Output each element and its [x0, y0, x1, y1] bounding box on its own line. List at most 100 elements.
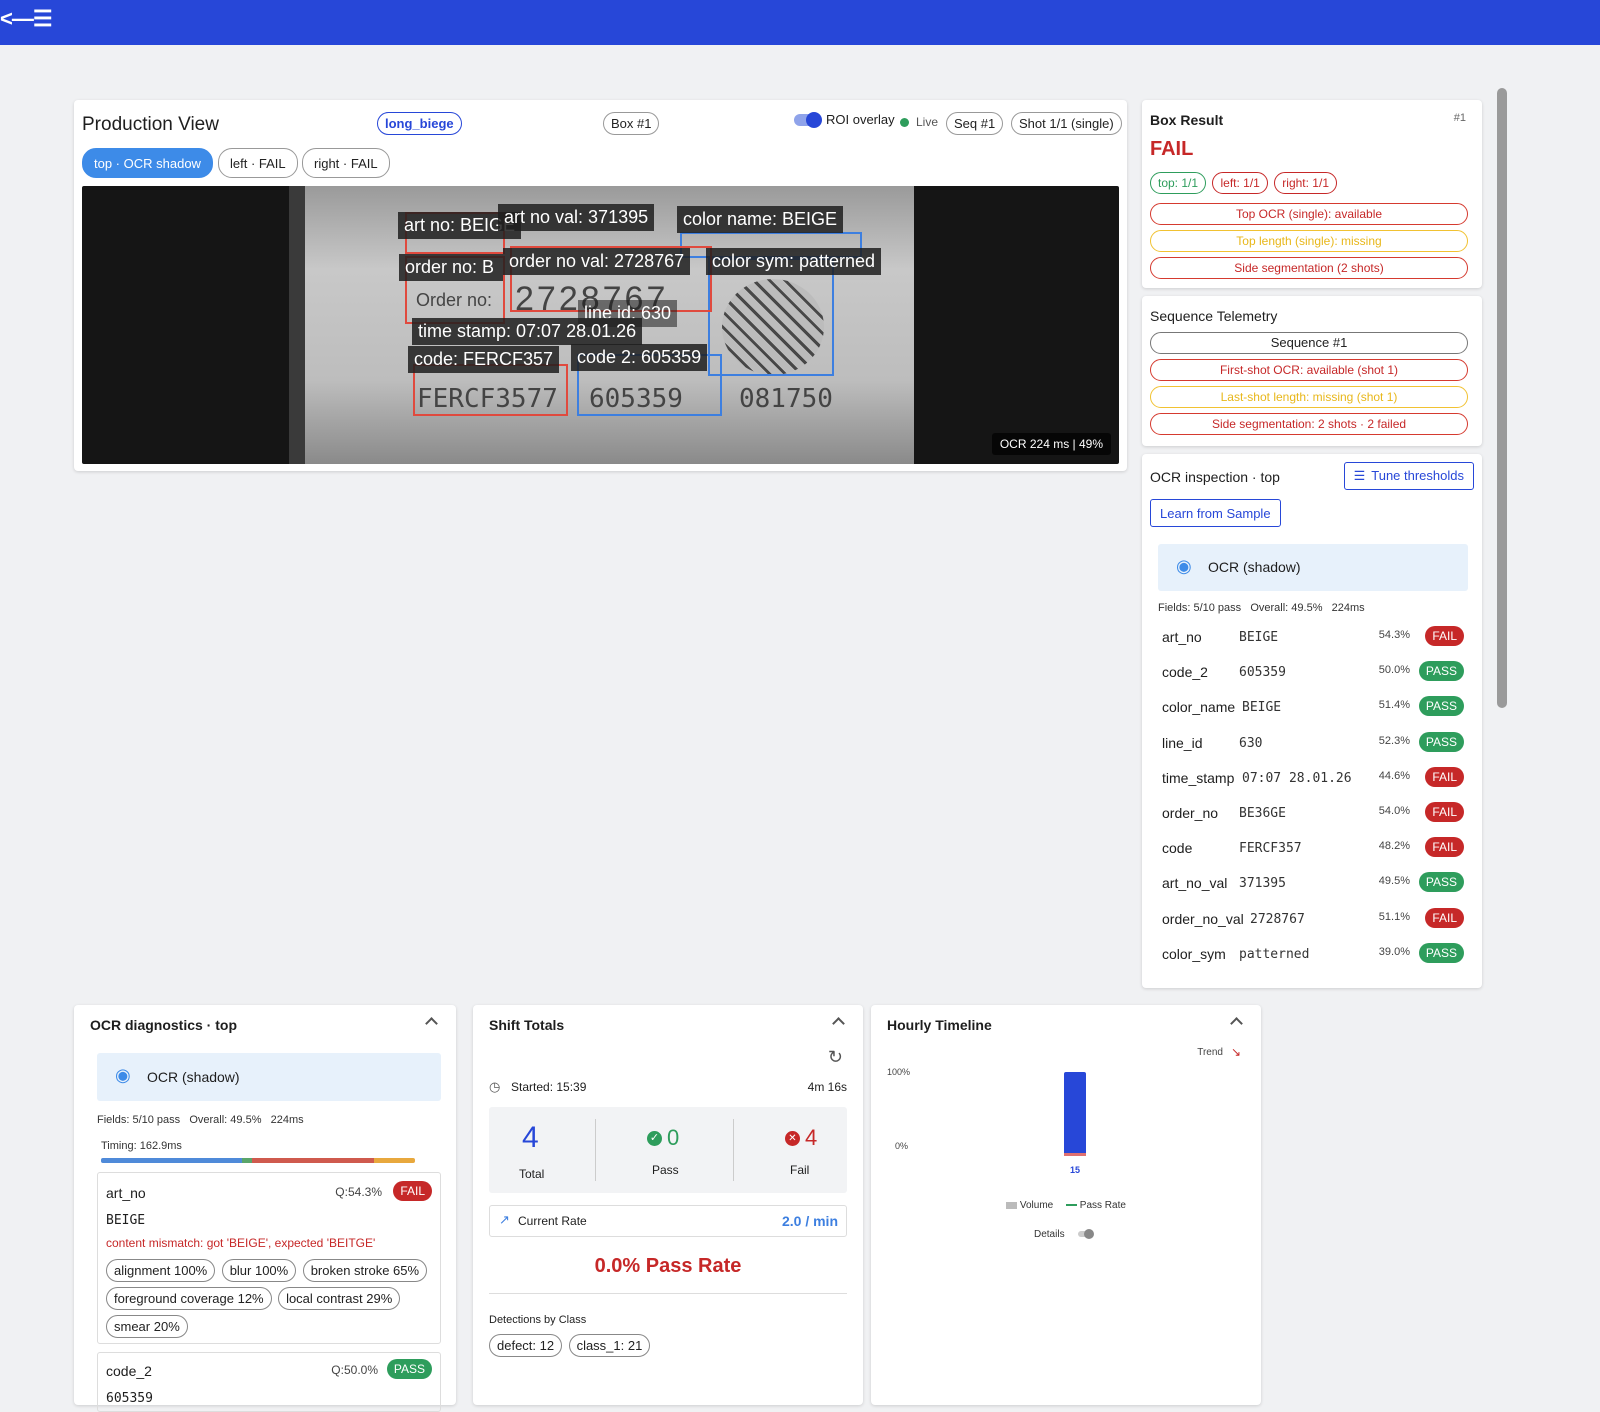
roi-toggle-knob: [806, 112, 822, 128]
ocr-field-status: PASS: [1418, 661, 1464, 682]
ocr-field-name: line_id: [1162, 734, 1203, 751]
ocr-mode-label: OCR (shadow): [1208, 559, 1301, 575]
divider: [489, 1293, 847, 1294]
ocr-field-value: 07:07 28.01.26: [1242, 770, 1352, 786]
diag-field-status: FAIL: [393, 1181, 432, 1201]
tab-top[interactable]: top · OCR shadow: [82, 148, 213, 178]
ocr-field-status: PASS: [1418, 731, 1464, 752]
roi-label: ROI overlay: [826, 112, 895, 127]
diag-field-q: Q:54.3%: [335, 1185, 382, 1199]
ocr-field-row: color_sym patterned 39.0% PASS: [1158, 941, 1476, 969]
label-art-no-val: art no val: 371395: [498, 204, 655, 231]
box-result-num: #1: [1453, 112, 1466, 124]
collapse-shift-icon[interactable]: [832, 1017, 845, 1030]
diag-field-name: code_2: [106, 1363, 152, 1379]
label-color-sym: color sym: patterned: [706, 248, 882, 275]
image-strip: [289, 186, 305, 464]
row-top-length: Top length (single): missing: [1150, 230, 1468, 252]
box-result-chips: top: 1/1 left: 1/1 right: 1/1: [1150, 172, 1339, 199]
ocr-field-name: code: [1162, 840, 1193, 857]
shift-title: Shift Totals: [489, 1017, 565, 1033]
diag-field-q: Q:50.0%: [331, 1363, 378, 1377]
details-label: Details: [1034, 1229, 1065, 1240]
ocr-field-row: time_stamp 07:07 28.01.26 44.6% FAIL: [1158, 765, 1476, 793]
telemetry-title: Sequence Telemetry: [1150, 308, 1278, 324]
ocr-field-pct: 51.1%: [1378, 910, 1410, 923]
roi-toggle[interactable]: [794, 112, 822, 128]
diag-summary: Fields: 5/10 pass Overall: 49.5% 224ms: [97, 1114, 304, 1126]
trend-up-icon: ↗: [499, 1212, 510, 1227]
box-result-rows: Top OCR (single): available Top length (…: [1150, 203, 1468, 284]
diag-timing: Timing: 162.9ms: [101, 1140, 182, 1152]
tab-left[interactable]: left · FAIL: [218, 148, 298, 178]
camera-view[interactable]: Order no: 2728767 FERCF3577 605359 08175…: [82, 186, 1119, 464]
timing-bar: [101, 1158, 415, 1163]
refresh-icon[interactable]: ↻: [828, 1047, 843, 1068]
chip-smear: smear 20%: [106, 1315, 188, 1338]
roi-color-sym[interactable]: [708, 258, 834, 376]
chip-class-1: class_1: 21: [568, 1334, 651, 1357]
ocr-inspection-title: OCR inspection · top: [1150, 469, 1280, 485]
ocr-field-pct: 44.6%: [1378, 769, 1410, 782]
label-code-2: code 2: 605359: [571, 344, 708, 371]
ocr-field-status: PASS: [1418, 872, 1464, 893]
pass-value: 0: [667, 1125, 680, 1150]
ocr-field-row: order_no BE36GE 54.0% FAIL: [1158, 800, 1476, 828]
diag-field-value: BEIGE: [106, 1213, 146, 1228]
timeline-chart: 100% 0% 15: [887, 1067, 1086, 1175]
collapse-timeline-icon[interactable]: [1230, 1017, 1243, 1030]
ocr-field-name: color_sym: [1162, 945, 1226, 962]
shot-pill: Shot 1/1 (single): [1011, 112, 1122, 135]
trend-label: Trend: [1197, 1047, 1223, 1058]
tab-right[interactable]: right · FAIL: [302, 148, 390, 178]
ocr-field-value: 630: [1239, 735, 1263, 751]
learn-from-sample-button[interactable]: Learn from Sample: [1150, 499, 1281, 527]
detections-chips: defect: 12 class_1: 21: [489, 1334, 652, 1362]
trend-down-icon[interactable]: ↘: [1231, 1045, 1241, 1059]
ocr-field-pct: 54.0%: [1378, 805, 1410, 817]
ocr-diagnostics-card: OCR diagnostics · top ◉ OCR (shadow) Fie…: [74, 1005, 456, 1412]
image-n2: 081750: [739, 384, 833, 414]
shift-started: Started: 15:39: [511, 1080, 587, 1094]
ocr-field-row: art_no BEIGE 54.3% FAIL: [1158, 624, 1476, 652]
collapse-diagnostics-icon[interactable]: [425, 1017, 438, 1030]
ocr-timing-badge: OCR 224 ms | 49%: [991, 433, 1111, 455]
legend-volume-label: Volume: [1019, 1200, 1054, 1211]
x-tick-label: 15: [1070, 1165, 1080, 1175]
total-value: 4: [522, 1121, 539, 1154]
check-circle-icon: ✓: [647, 1131, 662, 1146]
top-bar: <—☰: [0, 0, 1600, 45]
scrollbar-thumb[interactable]: [1497, 88, 1507, 708]
fail-label: Fail: [790, 1163, 810, 1177]
legend-pass-rate-label: Pass Rate: [1079, 1200, 1126, 1211]
chip-alignment: alignment 100%: [106, 1259, 216, 1282]
telemetry-rows: Sequence #1 First-shot OCR: available (s…: [1150, 332, 1468, 440]
row-last-shot: Last-shot length: missing (shot 1): [1150, 386, 1468, 408]
product-tag[interactable]: long_biege: [377, 112, 462, 135]
tune-thresholds-button[interactable]: ☰ Tune thresholds: [1343, 462, 1474, 490]
detections-label: Detections by Class: [489, 1314, 587, 1326]
ocr-field-name: order_no: [1162, 805, 1219, 821]
menu-icon[interactable]: <—☰: [0, 6, 53, 32]
diag-mode-box: ◉ OCR (shadow): [97, 1053, 441, 1101]
y-tick-label: 0%: [895, 1141, 908, 1151]
chart-legend: Volume Pass Rate: [871, 1200, 1261, 1211]
shift-totals-card: Shift Totals ↻ ◷ Started: 15:39 4m 16s 4…: [473, 1005, 863, 1405]
volume-bar: [1064, 1072, 1086, 1156]
ocr-field-status: FAIL: [1425, 907, 1464, 928]
label-order-no-val: order no val: 2728767: [503, 248, 691, 275]
ocr-field-status: FAIL: [1425, 802, 1464, 822]
ocr-field-status: PASS: [1418, 942, 1464, 963]
timing-bar-segment: [242, 1158, 252, 1163]
ocr-field-name: art_no: [1162, 629, 1202, 645]
pass-rate-marker: [1064, 1153, 1086, 1156]
ocr-field-status: FAIL: [1425, 837, 1464, 858]
scrollbar-track[interactable]: [1497, 88, 1507, 1399]
diag-field-error: content mismatch: got 'BEIGE', expected …: [106, 1236, 376, 1250]
ocr-field-row: order_no_val 2728767 51.1% FAIL: [1158, 906, 1476, 934]
pass-rate: 0.0% Pass Rate: [594, 1255, 742, 1277]
row-top-ocr: Top OCR (single): available: [1150, 203, 1468, 225]
details-toggle[interactable]: [1078, 1229, 1094, 1239]
eye-icon: ◉: [1176, 556, 1192, 576]
timeline-title: Hourly Timeline: [887, 1017, 992, 1033]
